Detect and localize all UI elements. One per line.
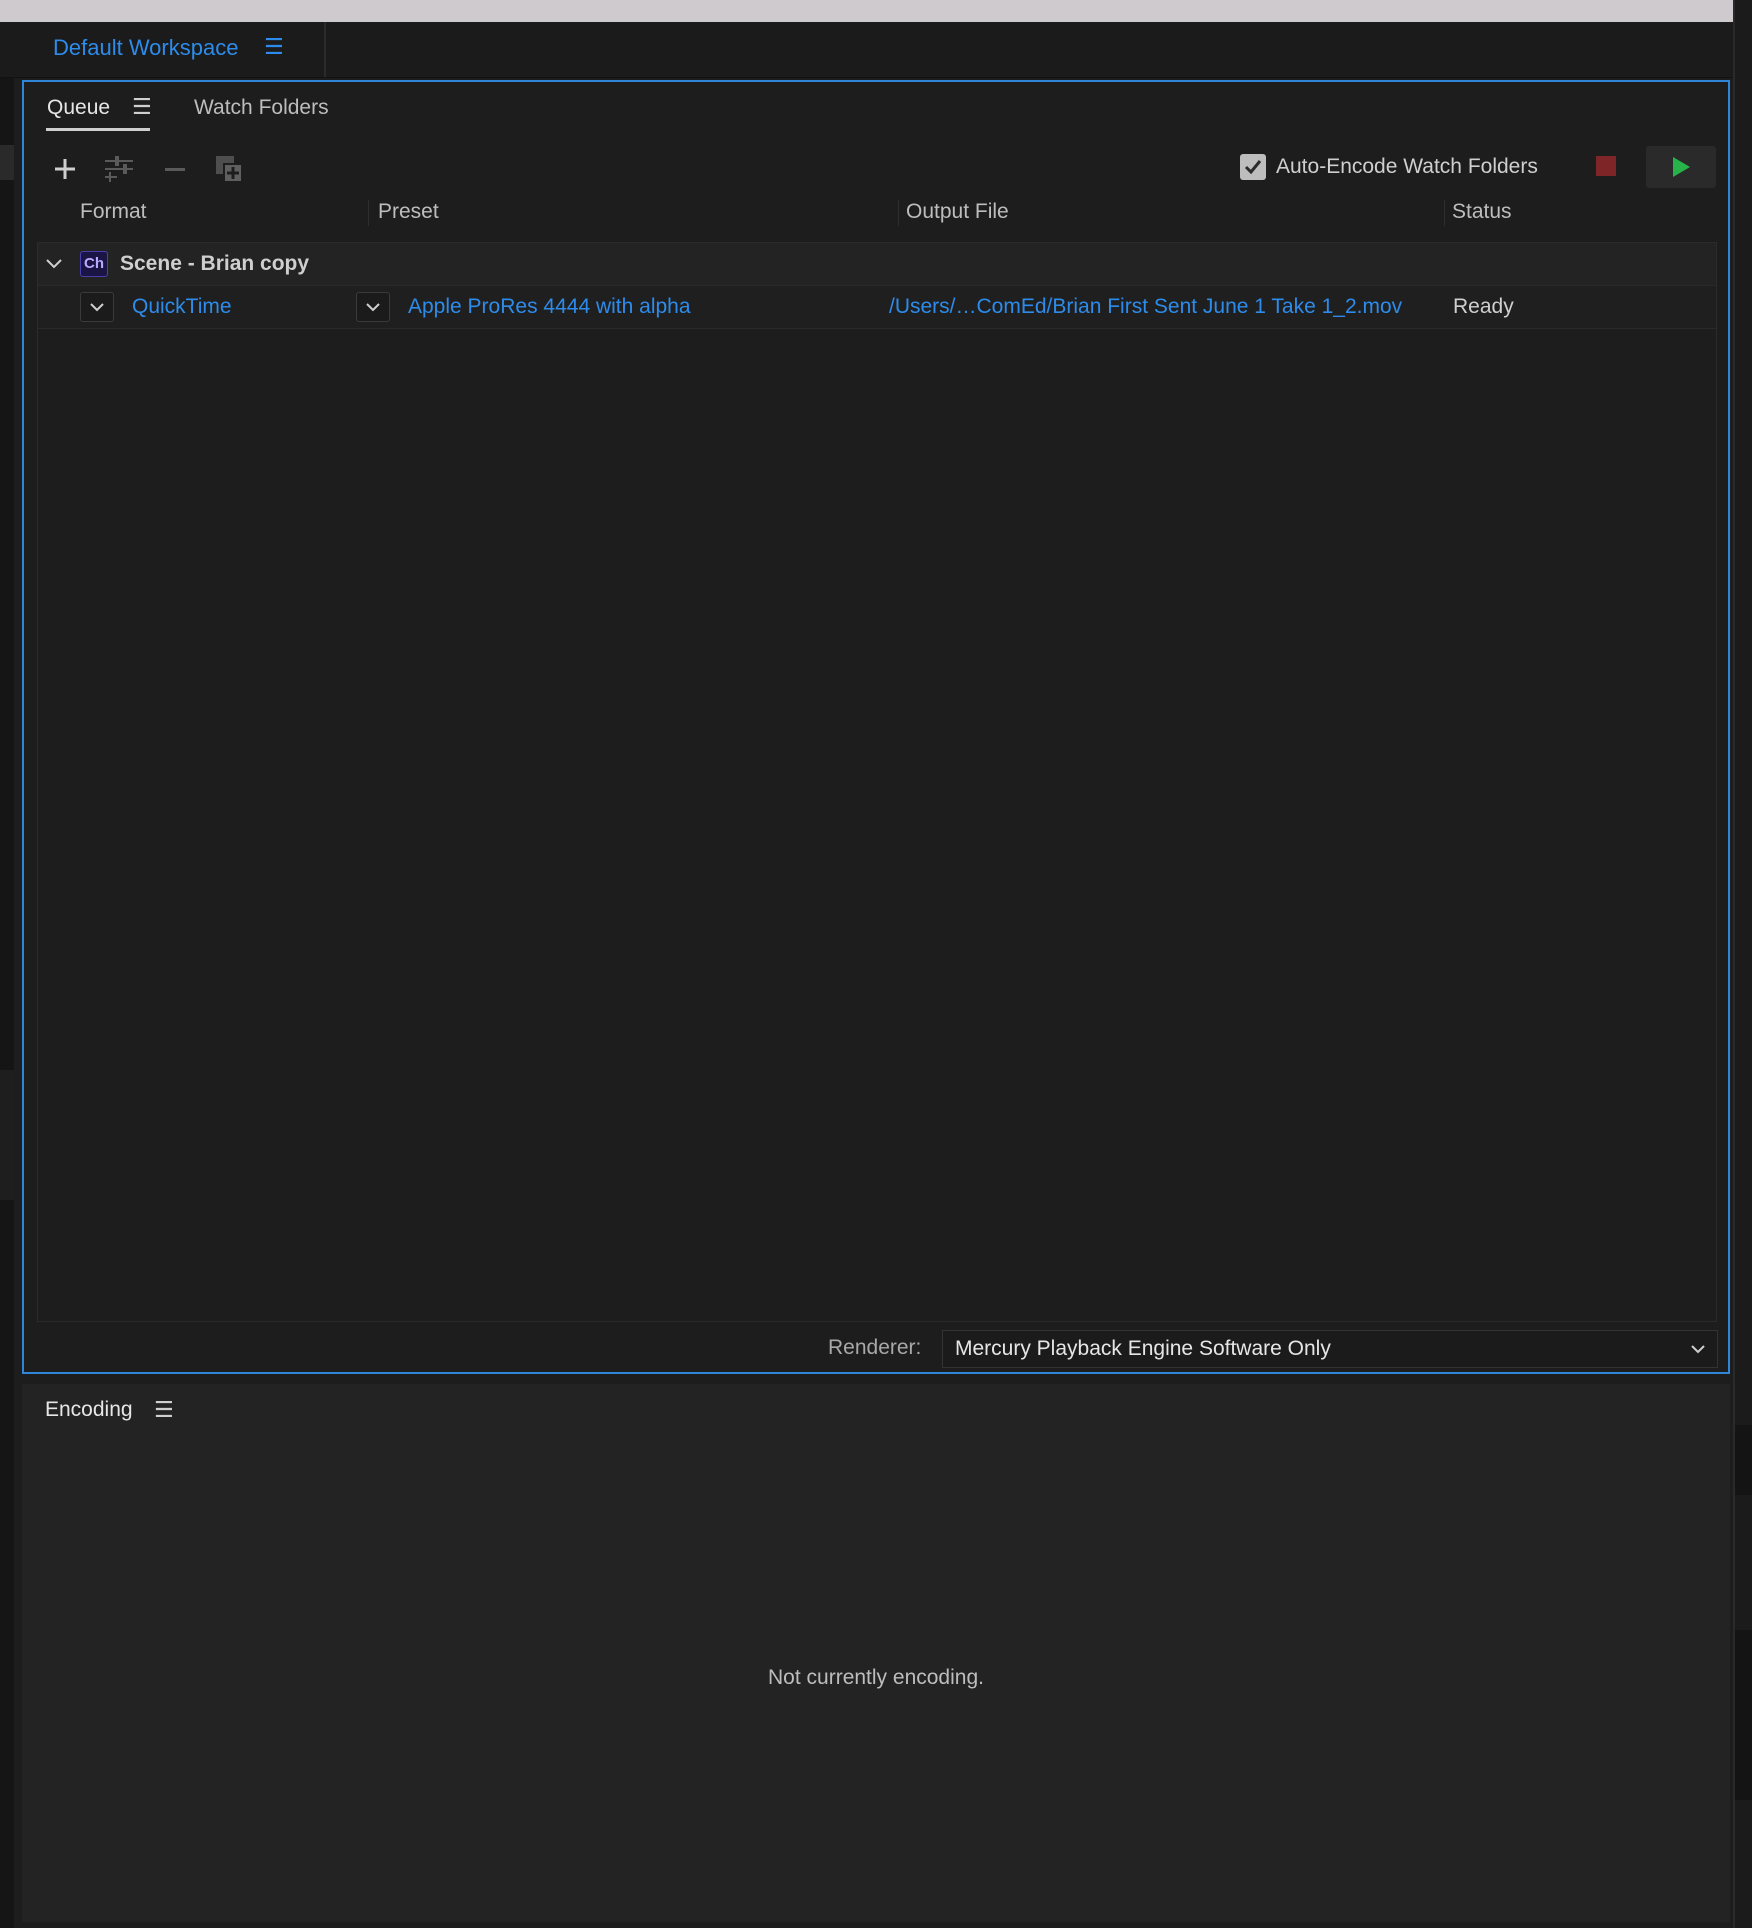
- remove-button[interactable]: [158, 152, 192, 186]
- status-text: Ready: [1453, 295, 1514, 318]
- column-status[interactable]: Status: [1452, 200, 1512, 224]
- right-panel-edge: [1733, 0, 1752, 1928]
- workspace-menu-icon[interactable]: ☰: [264, 34, 284, 60]
- workspace-title[interactable]: Default Workspace: [53, 35, 238, 61]
- renderer-select[interactable]: Mercury Playback Engine Software Only: [942, 1330, 1718, 1368]
- workspace-bar: Default Workspace ☰: [0, 22, 1733, 78]
- output-file-link[interactable]: /Users/…ComEd/Brian First Sent June 1 Ta…: [889, 295, 1402, 319]
- duplicate-icon: [216, 156, 243, 183]
- encoding-title[interactable]: Encoding: [45, 1398, 133, 1422]
- queue-menu-icon[interactable]: ☰: [132, 94, 152, 120]
- character-animator-icon: Ch: [80, 251, 108, 277]
- chevron-down-icon[interactable]: [44, 253, 64, 273]
- column-header: Format Preset Output File Status: [38, 194, 1716, 228]
- chevron-down-icon: [90, 303, 104, 312]
- tab-watch-folders[interactable]: Watch Folders: [194, 96, 329, 120]
- format-dropdown-button[interactable]: [80, 292, 114, 322]
- column-preset[interactable]: Preset: [378, 200, 439, 224]
- stop-icon[interactable]: [1596, 156, 1616, 176]
- renderer-value: Mercury Playback Engine Software Only: [955, 1337, 1331, 1360]
- queue-item-row[interactable]: QuickTime Apple ProRes 4444 with alpha /…: [38, 286, 1716, 329]
- preset-link[interactable]: Apple ProRes 4444 with alpha: [408, 295, 691, 319]
- column-separator: [1444, 200, 1445, 226]
- chevron-down-icon: [366, 303, 380, 312]
- start-queue-button[interactable]: [1646, 146, 1716, 188]
- active-tab-indicator: [46, 128, 150, 131]
- queue-list: Ch Scene - Brian copy QuickTime Apple Pr…: [37, 242, 1717, 1322]
- queue-group-row[interactable]: Ch Scene - Brian copy: [38, 243, 1716, 286]
- workspace-divider: [324, 22, 326, 77]
- add-icon: [55, 159, 75, 179]
- column-separator: [368, 200, 369, 226]
- renderer-label: Renderer:: [828, 1336, 922, 1359]
- tab-queue[interactable]: Queue: [47, 96, 110, 120]
- duplicate-button[interactable]: [212, 152, 246, 186]
- window-top-strip: [0, 0, 1733, 22]
- preset-dropdown-button[interactable]: [356, 292, 390, 322]
- chevron-down-icon: [1691, 1345, 1705, 1354]
- auto-encode-label: Auto-Encode Watch Folders: [1276, 155, 1538, 178]
- settings-button[interactable]: [102, 152, 136, 186]
- encoding-status-message: Not currently encoding.: [768, 1666, 984, 1689]
- encoding-menu-icon[interactable]: ☰: [154, 1397, 174, 1423]
- settings-icon: [105, 156, 133, 182]
- remove-icon: [165, 168, 185, 171]
- format-link[interactable]: QuickTime: [132, 295, 232, 319]
- column-format[interactable]: Format: [80, 200, 147, 224]
- checkbox-icon[interactable]: [1240, 154, 1266, 180]
- play-icon: [1673, 157, 1690, 177]
- queue-panel: Queue ☰ Watch Folders Auto-Encode Watch …: [22, 80, 1730, 1374]
- column-output-file[interactable]: Output File: [906, 200, 1009, 224]
- add-source-button[interactable]: [48, 152, 82, 186]
- left-panel-edge: [0, 70, 14, 1928]
- source-name: Scene - Brian copy: [120, 252, 310, 275]
- column-separator: [898, 200, 899, 226]
- encoding-panel: Encoding ☰ Not currently encoding.: [22, 1384, 1730, 1922]
- auto-encode-toggle[interactable]: Auto-Encode Watch Folders: [1240, 154, 1538, 180]
